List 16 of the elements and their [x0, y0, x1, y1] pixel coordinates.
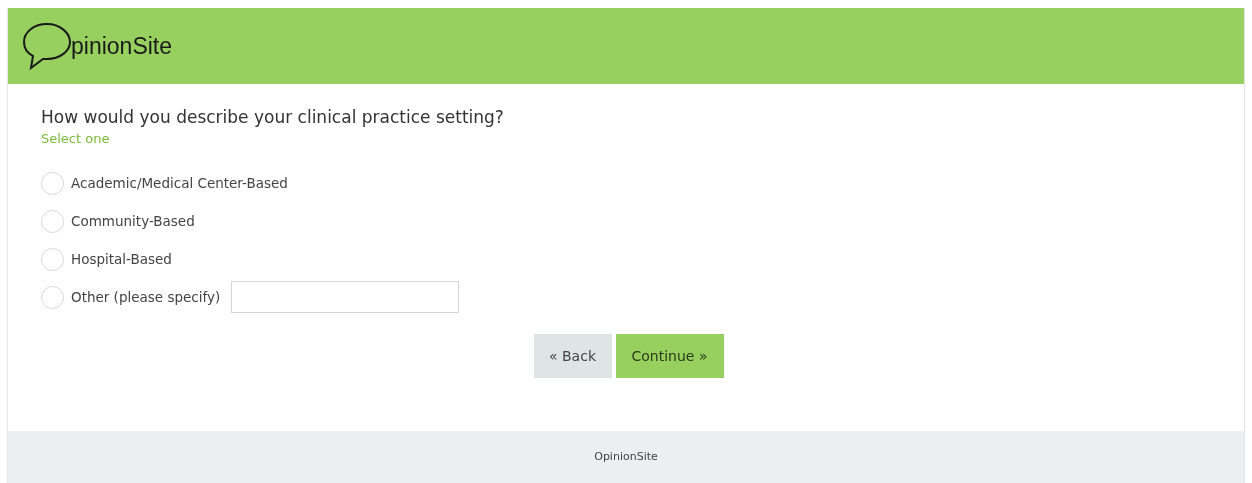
option-label: Academic/Medical Center-Based: [71, 173, 288, 193]
logo-text: pinionSite: [71, 31, 173, 61]
option-label: Hospital-Based: [71, 249, 172, 269]
radio-button[interactable]: [41, 285, 64, 309]
input-field[interactable]: [231, 281, 460, 313]
hint-text: Select one: [41, 130, 111, 148]
back-button[interactable]: « Back: [533, 334, 612, 378]
radio-button[interactable]: [41, 171, 64, 195]
option-label: Community-Based: [71, 211, 195, 231]
question-title: How would you describe your clinical practice setting?: [41, 106, 505, 128]
continue-button[interactable]: Continue »: [615, 334, 724, 378]
footer-text: OpinionSite: [594, 448, 658, 465]
option-label: Other (please specify): [71, 287, 221, 307]
radio-button[interactable]: [41, 209, 64, 233]
radio-button[interactable]: [41, 247, 64, 271]
speech-bubble-icon: [21, 21, 73, 71]
